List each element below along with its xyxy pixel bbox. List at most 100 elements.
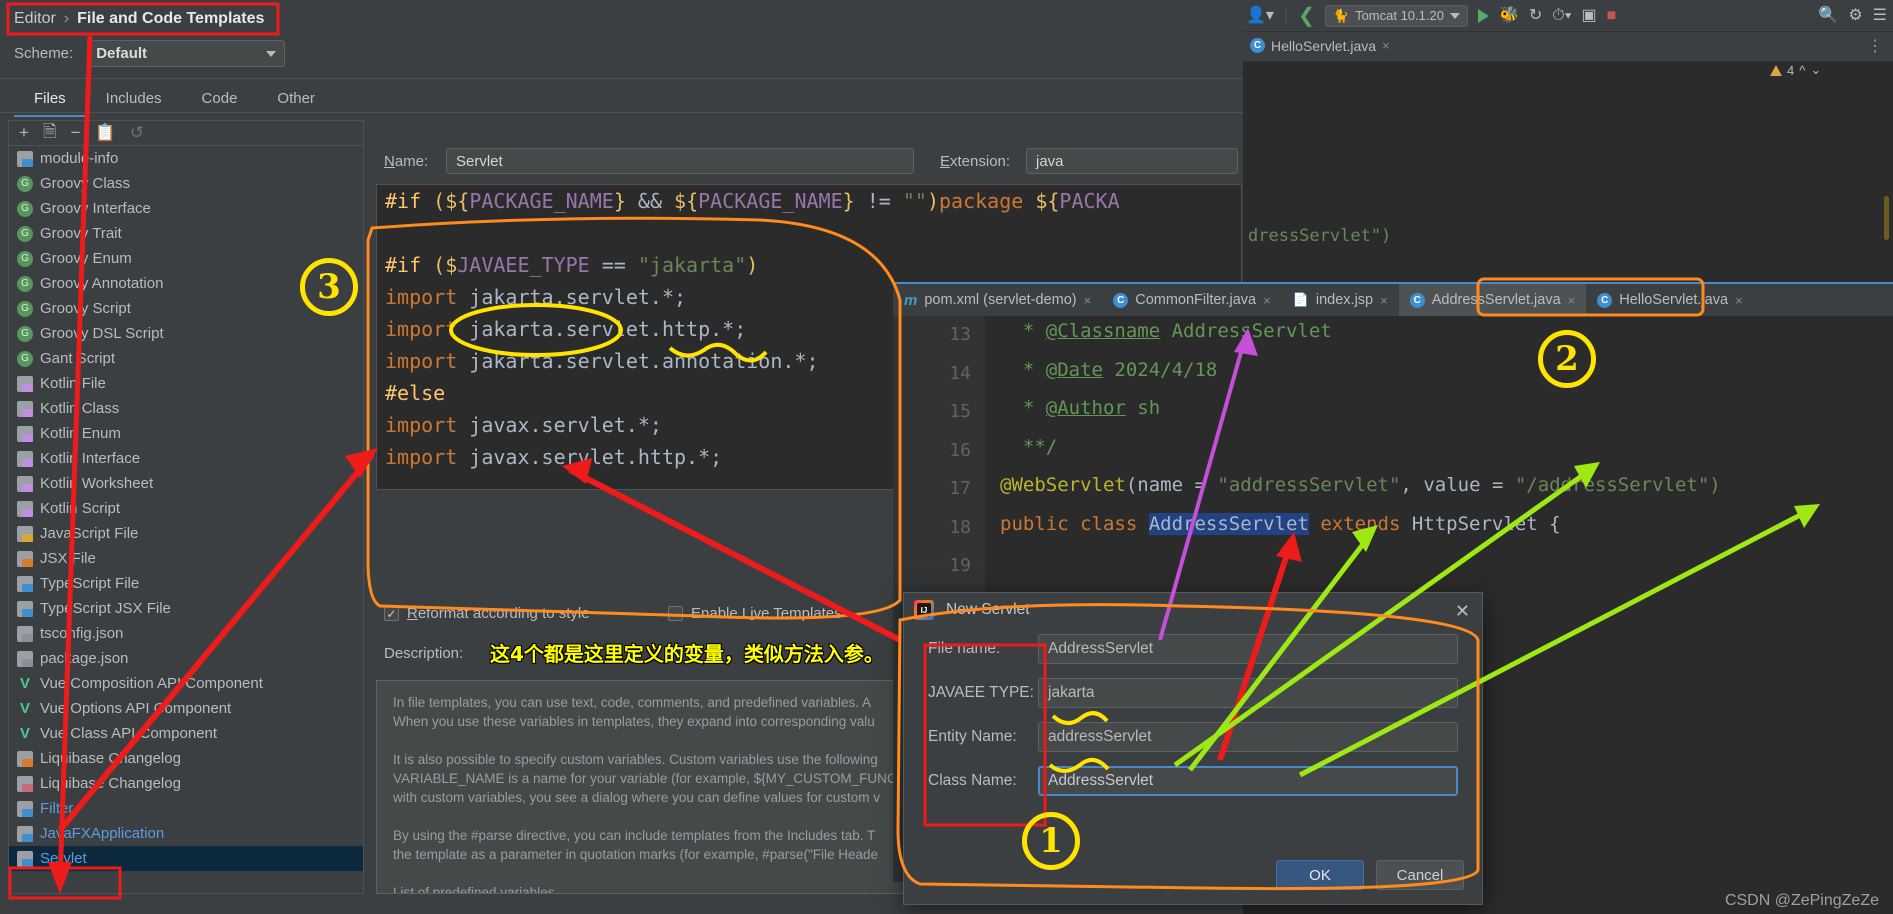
list-item[interactable]: V Vue Options API Component (9, 696, 363, 721)
scheme-select[interactable]: Default (87, 40, 286, 67)
editor-scrollbar-marker[interactable] (1884, 196, 1889, 240)
editor-tab[interactable]: 📄 index.jsp × (1282, 284, 1399, 316)
dialog-field-input[interactable]: jakarta (1038, 678, 1458, 708)
code-token: name (1137, 474, 1184, 496)
list-item[interactable]: Kotlin Enum (9, 421, 363, 446)
inspection-status[interactable]: 4 ^ ⌄ (1770, 62, 1821, 78)
breadcrumb-parent[interactable]: Editor (14, 10, 56, 28)
list-item[interactable]: TypeScript JSX File (9, 596, 363, 621)
name-input[interactable]: Servlet (446, 148, 914, 174)
xml-file-icon (17, 750, 33, 767)
close-icon[interactable]: × (1084, 293, 1092, 308)
kotlin-file-icon (17, 450, 33, 467)
list-item[interactable]: G Groovy DSL Script (9, 321, 363, 346)
list-item[interactable]: G Groovy Trait (9, 221, 363, 246)
prev-problem-icon[interactable]: ^ (1799, 63, 1805, 78)
code-token: @Date (1045, 358, 1103, 381)
list-item[interactable]: G Groovy Class (9, 171, 363, 196)
list-item[interactable]: Liquibase Changelog (9, 746, 363, 771)
ide-tab-helloservlet[interactable]: C HelloServlet.java × (1240, 32, 1400, 62)
build-icon[interactable]: ❮ (1298, 6, 1315, 26)
list-item[interactable]: Kotlin Worksheet (9, 471, 363, 496)
list-item-label: JavaScript File (40, 525, 139, 542)
editor-tab[interactable]: C HelloServlet.java × (1586, 284, 1753, 316)
extension-input[interactable]: java (1026, 148, 1238, 174)
dialog-fields: File name: AddressServlet JAVAEE TYPE: jaka… (904, 627, 1482, 803)
add-template-icon[interactable]: + (19, 123, 29, 143)
remove-template-icon[interactable]: − (71, 123, 81, 143)
java-file-icon (17, 850, 33, 867)
coverage-icon[interactable]: ▣ (1581, 7, 1596, 24)
search-icon[interactable]: 🔍 (1818, 7, 1838, 24)
reformat-checkbox-row[interactable]: ✓ Reformat according to style (384, 605, 590, 622)
intellij-logo-icon (914, 600, 934, 620)
typescript-file-icon (17, 575, 33, 592)
run-icon[interactable] (1477, 8, 1489, 23)
next-problem-icon[interactable]: ⌄ (1810, 62, 1821, 78)
run-configuration-selector[interactable]: 🐈 Tomcat 10.1.20 (1324, 4, 1468, 27)
rerun-icon[interactable]: ↻ (1529, 7, 1542, 24)
list-item[interactable]: Liquibase Changelog (9, 771, 363, 796)
list-item[interactable]: TypeScript File (9, 571, 363, 596)
editor-tab[interactable]: C CommonFilter.java × (1102, 284, 1281, 316)
list-item[interactable]: Kotlin Class (9, 396, 363, 421)
notifications-icon[interactable]: ☰ (1873, 7, 1893, 24)
duplicate-template-icon[interactable]: 📋 (95, 123, 116, 143)
kotlin-file-icon (17, 500, 33, 517)
close-icon[interactable]: × (1568, 293, 1576, 308)
bg-code-line-1: dressServlet") (1248, 226, 1392, 246)
gear-icon[interactable]: ⚙ (1848, 7, 1862, 24)
line-number: 17 (949, 478, 971, 499)
debug-icon[interactable]: 🐝 (1499, 7, 1519, 24)
reset-template-icon[interactable]: ↺ (130, 123, 144, 143)
user-icon[interactable]: 👤▾ (1246, 7, 1274, 24)
close-icon[interactable]: ✕ (1455, 601, 1470, 622)
list-item[interactable]: tsconfig.json (9, 621, 363, 646)
list-item[interactable]: Kotlin File (9, 371, 363, 396)
reformat-checkbox[interactable]: ✓ (384, 606, 399, 621)
list-item[interactable]: JSX File (9, 546, 363, 571)
code-token: extends (1308, 512, 1412, 535)
annotation-marker-2: 2 (1538, 330, 1596, 388)
code-token: 2024/4/18 (1102, 358, 1218, 381)
dialog-field-input[interactable]: AddressServlet (1038, 766, 1458, 796)
more-vertical-icon[interactable]: ⋮ (1867, 38, 1893, 55)
tomcat-icon: 🐈 (1332, 7, 1350, 23)
code-token: ( (433, 253, 446, 277)
template-file-list[interactable]: module-info G Groovy Class G Groovy Interfac… (8, 146, 364, 894)
dialog-field-input[interactable]: AddressServlet (1038, 634, 1458, 664)
code-token: ) (926, 189, 939, 213)
close-icon[interactable]: × (1380, 293, 1388, 308)
list-item[interactable]: Kotlin Script (9, 496, 363, 521)
dialog-titlebar: New Servlet ✕ (904, 593, 1482, 627)
list-item[interactable]: module-info (9, 146, 363, 171)
list-item[interactable]: JavaFXApplication (9, 821, 363, 846)
list-item[interactable]: V Vue Composition API Component (9, 671, 363, 696)
breadcrumb: Editor › File and Code Templates (14, 10, 264, 28)
profiler-icon[interactable]: ⏱▾ (1552, 7, 1571, 24)
close-icon[interactable]: × (1735, 293, 1743, 308)
cancel-button[interactable]: Cancel (1376, 860, 1464, 890)
editor-tab[interactable]: m pom.xml (servlet-demo) × (893, 284, 1102, 316)
close-icon[interactable]: × (1382, 38, 1390, 53)
list-item[interactable]: JavaScript File (9, 521, 363, 546)
scheme-row: Scheme: Default (14, 40, 286, 67)
list-item[interactable]: G Groovy Interface (9, 196, 363, 221)
list-item[interactable]: V Vue Class API Component (9, 721, 363, 746)
list-item[interactable]: G Gant Script (9, 346, 363, 371)
editor-tab-label: pom.xml (servlet-demo) (924, 292, 1077, 308)
live-templates-checkbox[interactable] (668, 606, 683, 621)
list-item[interactable]: Filter (9, 796, 363, 821)
live-templates-checkbox-row[interactable]: Enable Live Templates (668, 605, 842, 622)
copy-template-icon[interactable]: 🗎 (43, 119, 57, 148)
list-item[interactable]: package.json (9, 646, 363, 671)
close-icon[interactable]: × (1263, 293, 1271, 308)
editor-tab[interactable]: C AddressServlet.java × (1398, 284, 1587, 316)
list-item[interactable]: Servlet (9, 846, 363, 871)
dialog-field-input[interactable]: addressServlet (1038, 722, 1458, 752)
stop-icon[interactable]: ■ (1607, 7, 1617, 24)
template-list-toolbar: + 🗎 − 📋 ↺ (8, 120, 364, 146)
vue-icon: V (19, 700, 30, 717)
list-item[interactable]: Kotlin Interface (9, 446, 363, 471)
ok-button[interactable]: OK (1276, 860, 1364, 890)
